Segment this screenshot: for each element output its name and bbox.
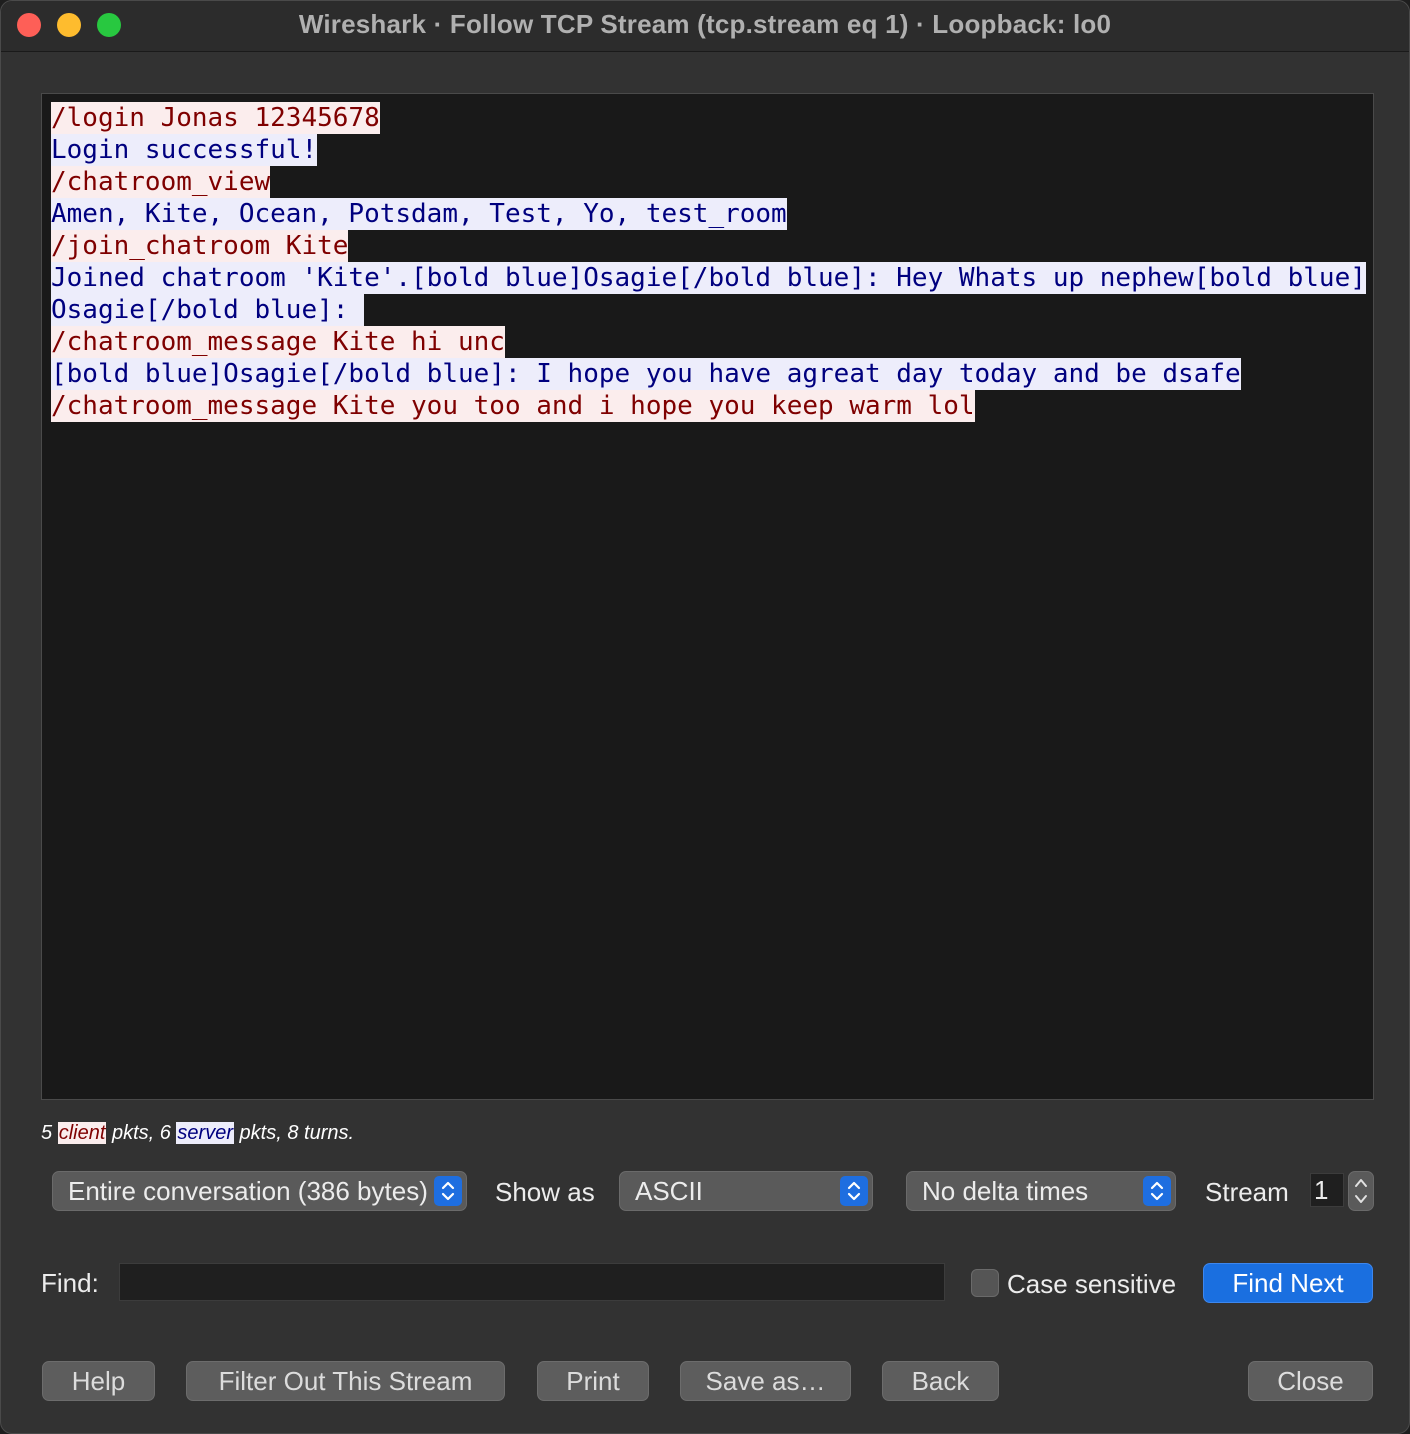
back-button[interactable]: Back — [882, 1361, 999, 1401]
client-stream-text: /chatroom_message Kite you too and i hop… — [51, 390, 975, 422]
summary-tail: pkts, 8 turns. — [234, 1122, 355, 1144]
client-stream-line: /chatroom_view — [51, 166, 1373, 198]
client-stream-line: /join_chatroom Kite — [51, 230, 1373, 262]
client-stream-text: /chatroom_message Kite hi unc — [51, 326, 505, 358]
stream-number-field[interactable]: 1 — [1310, 1173, 1344, 1207]
close-button[interactable]: Close — [1248, 1361, 1373, 1401]
help-button[interactable]: Help — [42, 1361, 155, 1401]
find-label: Find: — [41, 1268, 99, 1298]
summary-middle: pkts, 6 — [106, 1122, 177, 1144]
stream-label: Stream — [1205, 1177, 1289, 1207]
server-stream-line: Osagie[/bold blue]: — [51, 294, 1373, 326]
summary-client-label: client — [57, 1122, 107, 1144]
client-stream-text: /login Jonas 12345678 — [51, 102, 380, 134]
stream-stepper[interactable] — [1348, 1171, 1374, 1211]
server-stream-line: Login successful! — [51, 134, 1373, 166]
client-stream-line: /login Jonas 12345678 — [51, 102, 1373, 134]
chevron-updown-icon — [434, 1176, 462, 1206]
show-as-select-value: ASCII — [635, 1176, 703, 1206]
stream-content-view[interactable]: /login Jonas 12345678 Login successful!/c… — [41, 93, 1374, 1100]
summary-server-label: server — [176, 1122, 234, 1144]
client-stream-text: /join_chatroom Kite — [51, 230, 349, 262]
server-stream-text: [bold blue]Osagie[/bold blue]: I hope yo… — [51, 358, 1241, 390]
client-stream-text: /chatroom_view — [51, 166, 271, 198]
server-stream-text: Login successful! — [51, 134, 318, 166]
server-stream-line: Amen, Kite, Ocean, Potsdam, Test, Yo, te… — [51, 198, 1373, 230]
show-as-select[interactable]: ASCII — [619, 1171, 873, 1211]
title-bar[interactable]: Wireshark · Follow TCP Stream (tcp.strea… — [1, 1, 1409, 52]
print-button[interactable]: Print — [537, 1361, 649, 1401]
stream-summary: 5 client pkts, 6 server pkts, 8 turns. — [41, 1119, 354, 1147]
client-stream-line: /chatroom_message Kite you too and i hop… — [51, 390, 1373, 422]
save-as-button[interactable]: Save as… — [680, 1361, 851, 1401]
server-stream-text: Amen, Kite, Ocean, Potsdam, Test, Yo, te… — [51, 198, 787, 230]
server-stream-text: Joined chatroom 'Kite'.[bold blue]Osagie… — [51, 262, 1366, 294]
summary-client-count: 5 — [41, 1122, 58, 1144]
conversation-select[interactable]: Entire conversation (386 bytes) — [52, 1171, 467, 1211]
server-stream-line: Joined chatroom 'Kite'.[bold blue]Osagie… — [51, 262, 1373, 294]
conversation-select-value: Entire conversation (386 bytes) — [68, 1176, 428, 1206]
case-sensitive-checkbox[interactable] — [971, 1269, 999, 1297]
show-as-label: Show as — [495, 1177, 595, 1207]
delta-times-select[interactable]: No delta times — [906, 1171, 1176, 1211]
filter-out-stream-button[interactable]: Filter Out This Stream — [186, 1361, 505, 1401]
follow-tcp-stream-window: Wireshark · Follow TCP Stream (tcp.strea… — [0, 0, 1410, 1434]
server-stream-line: [bold blue]Osagie[/bold blue]: I hope yo… — [51, 358, 1373, 390]
find-next-button[interactable]: Find Next — [1203, 1263, 1373, 1303]
chevron-updown-icon — [1143, 1176, 1171, 1206]
find-input[interactable] — [119, 1263, 945, 1301]
delta-times-select-value: No delta times — [922, 1176, 1089, 1206]
client-stream-line: /chatroom_message Kite hi unc — [51, 326, 1373, 358]
window-title: Wireshark · Follow TCP Stream (tcp.strea… — [298, 9, 1112, 39]
case-sensitive-label[interactable]: Case sensitive — [1007, 1264, 1176, 1304]
chevron-updown-icon — [840, 1176, 868, 1206]
stepper-arrows-icon — [1355, 1179, 1367, 1203]
server-stream-text: Osagie[/bold blue]: — [51, 294, 365, 326]
